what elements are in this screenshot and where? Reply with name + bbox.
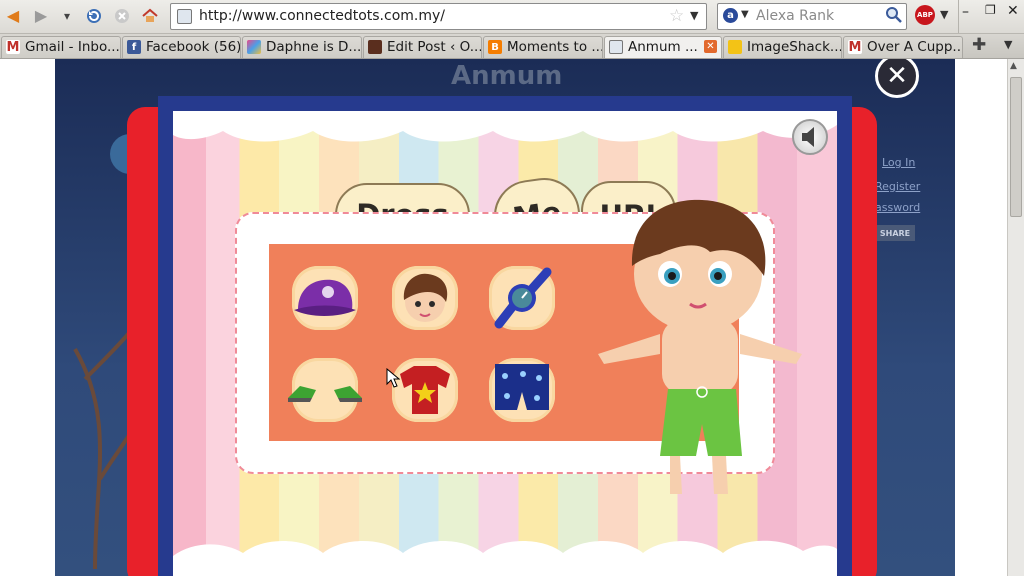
bookmark-star-icon[interactable]: ☆	[669, 6, 684, 26]
face-hair-icon	[403, 273, 448, 322]
cloud-top-decoration	[173, 111, 837, 142]
cap-icon	[294, 279, 356, 316]
tab-anmum[interactable]: Anmum ... ✕	[604, 36, 722, 58]
page-icon	[609, 40, 623, 54]
tab-facebook[interactable]: f Facebook (56)	[122, 36, 241, 58]
close-window-icon[interactable]: ✕	[1007, 3, 1019, 19]
tab-label: Facebook (56)	[146, 39, 241, 55]
adblock-dropdown-icon[interactable]: ▼	[940, 8, 948, 21]
tab-gmail[interactable]: M Gmail - Inbo...	[1, 36, 121, 58]
page-scrollbar[interactable]: ▲	[1007, 59, 1024, 576]
tab-label: ImageShack...	[747, 39, 842, 55]
sound-toggle-button[interactable]	[792, 119, 828, 155]
cap-item[interactable]	[292, 266, 358, 330]
stop-icon[interactable]	[111, 5, 133, 27]
imageshack-icon	[728, 40, 742, 54]
search-box: a ▼	[717, 3, 907, 30]
reload-icon[interactable]	[83, 5, 105, 27]
speaker-icon	[802, 127, 814, 147]
tab-label: Over A Cupp...	[867, 39, 963, 55]
shoes-item[interactable]	[288, 358, 362, 422]
tab-label: Gmail - Inbo...	[25, 39, 120, 55]
toolbar-divider	[958, 0, 959, 33]
tab-label: Edit Post ‹ O...	[387, 39, 482, 55]
search-input[interactable]	[756, 7, 882, 25]
page-favicon-icon	[177, 9, 192, 24]
tshirt-item[interactable]	[392, 358, 458, 422]
tab-close-icon[interactable]: ✕	[704, 40, 717, 53]
adblock-icon[interactable]: ABP	[915, 5, 935, 25]
tshirt-icon	[400, 366, 450, 414]
watch-icon	[494, 267, 552, 329]
browser-toolbar: ◀ ▶ ▾ http://www.connectedtots.com.my/ ☆…	[0, 0, 1024, 34]
login-link[interactable]: Log In	[882, 156, 915, 169]
shorts-icon	[495, 364, 549, 410]
register-link[interactable]: Register	[875, 180, 920, 193]
search-icon[interactable]	[885, 6, 903, 28]
tab-over-a-cuppa[interactable]: M Over A Cupp...	[843, 36, 963, 58]
tab-imageshack[interactable]: ImageShack...	[723, 36, 842, 58]
search-engine-icon[interactable]: a	[723, 8, 738, 23]
gmail-icon: M	[6, 39, 20, 55]
url-text: http://www.connectedtots.com.my/	[199, 8, 445, 24]
watch-item[interactable]	[489, 266, 555, 330]
tab-label: Daphne is D...	[266, 39, 362, 55]
tab-daphne[interactable]: Daphne is D...	[242, 36, 362, 58]
password-link[interactable]: assword	[875, 201, 920, 214]
tab-moments[interactable]: B Moments to ...	[483, 36, 603, 58]
gmail-icon: M	[848, 39, 862, 55]
scrollbar-thumb[interactable]	[1010, 77, 1022, 217]
site-logo: Anmum	[451, 61, 563, 91]
history-dropdown-icon[interactable]: ▾	[56, 5, 78, 27]
mouse-cursor-icon	[386, 368, 400, 388]
search-engine-dropdown-icon[interactable]: ▼	[741, 9, 749, 20]
page-viewport: Anmum Log In Register assword SHARE Dres…	[0, 59, 1007, 576]
tab-label: Moments to ...	[507, 39, 603, 55]
address-bar[interactable]: http://www.connectedtots.com.my/ ☆ ▼	[170, 3, 707, 30]
blogger-icon: B	[488, 40, 502, 54]
url-dropdown-icon[interactable]: ▼	[690, 9, 698, 22]
restore-icon[interactable]: ❐	[985, 3, 996, 17]
tab-bar: M Gmail - Inbo... f Facebook (56) Daphne…	[0, 34, 1024, 59]
home-icon[interactable]	[139, 5, 161, 27]
site-icon	[368, 40, 382, 54]
hair-item[interactable]	[392, 266, 458, 330]
tab-edit-post[interactable]: Edit Post ‹ O...	[363, 36, 482, 58]
minimize-icon[interactable]: –	[962, 4, 969, 20]
shorts-item[interactable]	[489, 358, 555, 422]
boy-character[interactable]	[590, 194, 810, 504]
scroll-up-icon[interactable]: ▲	[1010, 61, 1017, 71]
back-icon[interactable]: ◀	[2, 5, 24, 27]
tab-list-icon[interactable]: ▼	[1004, 38, 1012, 51]
tab-label: Anmum ...	[628, 39, 698, 55]
site-icon	[247, 40, 261, 54]
forward-icon[interactable]: ▶	[30, 5, 52, 27]
facebook-icon: f	[127, 40, 141, 54]
share-button[interactable]: SHARE	[875, 225, 915, 241]
cloud-bottom-decoration	[173, 540, 837, 576]
new-tab-icon[interactable]: ✚	[972, 35, 986, 55]
shoes-icon	[288, 386, 362, 402]
